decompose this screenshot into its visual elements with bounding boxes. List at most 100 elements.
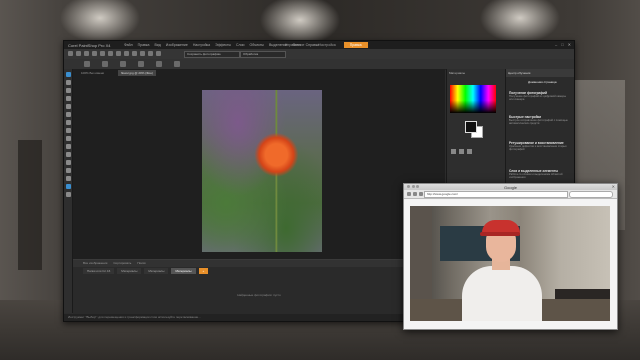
learning-item-desc: Удаление дефектов и восстановление стары… bbox=[509, 145, 567, 152]
fill-tool-icon[interactable] bbox=[65, 168, 71, 173]
reload-icon[interactable] bbox=[419, 191, 423, 196]
crop-tool-icon[interactable] bbox=[65, 120, 71, 125]
tool-option-icons bbox=[84, 61, 180, 67]
transparent-icon[interactable] bbox=[459, 149, 464, 154]
brush-tool-icon[interactable] bbox=[65, 144, 71, 149]
tab-manage[interactable]: Управление bbox=[279, 42, 310, 48]
option-c-icon[interactable] bbox=[120, 61, 126, 67]
tab-folders[interactable]: Папки или Сл.16 bbox=[83, 268, 115, 274]
redeye-tool-icon[interactable] bbox=[65, 136, 71, 141]
browser-window: Google ✕ http://www.google.com/ bbox=[403, 183, 618, 330]
learning-item-desc: Получение фотографий из цифровой камеры … bbox=[509, 95, 567, 102]
webcam-video bbox=[410, 206, 610, 321]
organizer-search[interactable]: Поиск bbox=[137, 261, 145, 265]
menu-edit[interactable]: Правка bbox=[138, 43, 150, 47]
materials-icons bbox=[451, 149, 472, 154]
learning-header: Центр обучения bbox=[506, 69, 574, 77]
home-page-button[interactable]: Домашняя страница bbox=[528, 80, 557, 84]
organizer-tabs: Папки или Сл.16 Материалы Материалы Мате… bbox=[83, 268, 209, 274]
swap-colors-icon[interactable] bbox=[451, 149, 456, 154]
zoom-icon[interactable] bbox=[140, 51, 145, 56]
organizer-panel: Все изображения Сортировать Поиск Папки … bbox=[73, 259, 445, 314]
titlebar: Corel PaintShop Pro X4 Файл Правка Вид И… bbox=[64, 41, 574, 49]
option-f-icon[interactable] bbox=[174, 61, 180, 67]
learning-item[interactable]: Получение фотографий Получение фотографи… bbox=[509, 91, 571, 102]
close-icon[interactable]: ✕ bbox=[568, 42, 571, 47]
crop-icon[interactable] bbox=[116, 51, 121, 56]
person bbox=[462, 266, 542, 321]
learning-item[interactable]: Быстрые настройки Быстрое исправление фо… bbox=[509, 115, 571, 126]
option-d-icon[interactable] bbox=[138, 61, 144, 67]
print-icon[interactable] bbox=[92, 51, 97, 56]
app-title: Corel PaintShop Pro X4 bbox=[68, 43, 111, 48]
window-controls: – □ ✕ bbox=[555, 42, 571, 47]
menu-adjust[interactable]: Настройка bbox=[193, 43, 210, 47]
workspace-tabs: Управление Настройка Правка bbox=[279, 42, 368, 48]
pick-tool-icon[interactable] bbox=[65, 88, 71, 93]
menu-effects[interactable]: Эффекты bbox=[215, 43, 231, 47]
move-tool-icon[interactable] bbox=[65, 96, 71, 101]
organizer-sort[interactable]: Сортировать bbox=[113, 261, 131, 265]
save-icon[interactable] bbox=[84, 51, 89, 56]
add-tab-button[interactable]: + bbox=[198, 268, 209, 274]
minimize-icon[interactable]: – bbox=[555, 42, 557, 47]
tools-toolbar bbox=[64, 69, 73, 313]
rotate-icon[interactable] bbox=[132, 51, 137, 56]
organizer-toolbar: Все изображения Сортировать Поиск bbox=[73, 260, 445, 267]
close-icon[interactable]: ✕ bbox=[612, 184, 615, 189]
settings-icon[interactable] bbox=[156, 51, 161, 56]
url-bar[interactable]: http://www.google.com/ bbox=[424, 191, 568, 198]
option-a-icon[interactable] bbox=[84, 61, 90, 67]
learning-item[interactable]: Слои и выделенные элементы Работа со сло… bbox=[509, 169, 571, 180]
processing-field[interactable]: Обработка bbox=[240, 51, 286, 58]
save-photo-field[interactable]: Сохранить фотографию bbox=[184, 51, 240, 58]
learning-item[interactable]: Ретуширование и восстановление Удаление … bbox=[509, 141, 571, 152]
option-e-icon[interactable] bbox=[156, 61, 162, 67]
tab-materials-2[interactable]: Материалы bbox=[144, 268, 169, 274]
selection-tool-icon[interactable] bbox=[65, 104, 71, 109]
all-tools-icon[interactable] bbox=[467, 149, 472, 154]
color-spectrum[interactable] bbox=[450, 85, 496, 113]
eraser-tool-icon[interactable] bbox=[65, 160, 71, 165]
background-door bbox=[18, 140, 42, 270]
share-icon[interactable] bbox=[148, 51, 153, 56]
menu-file[interactable]: Файл bbox=[124, 43, 133, 47]
menu-image[interactable]: Изображение bbox=[166, 43, 188, 47]
open-icon[interactable] bbox=[76, 51, 81, 56]
new-icon[interactable] bbox=[68, 51, 73, 56]
tab-adjust[interactable]: Настройка bbox=[312, 42, 341, 48]
organizer-all-images[interactable]: Все изображения bbox=[83, 261, 107, 265]
learning-item-desc: Быстрое исправление фотографий с помощью… bbox=[509, 119, 568, 126]
shape-tool-icon[interactable] bbox=[65, 184, 71, 189]
zoom-tool-icon[interactable] bbox=[65, 80, 71, 85]
browser-toolbar: http://www.google.com/ bbox=[404, 190, 617, 199]
pen-tool-icon[interactable] bbox=[65, 192, 71, 197]
document-tab-1[interactable]: 100% Без имени bbox=[81, 71, 104, 75]
undo-icon[interactable] bbox=[100, 51, 105, 56]
canvas-area: 100% Без имени flower.jpg @ 20% (Фон) bbox=[73, 69, 445, 259]
tab-edit[interactable]: Правка bbox=[343, 42, 368, 48]
resize-icon[interactable] bbox=[124, 51, 129, 56]
learning-item-desc: Работа со слоями и выделением областей и… bbox=[509, 173, 563, 180]
redo-icon[interactable] bbox=[108, 51, 113, 56]
document-tab-2[interactable]: flower.jpg @ 20% (Фон) bbox=[118, 70, 156, 76]
search-input[interactable] bbox=[569, 191, 613, 198]
flower-photo[interactable] bbox=[202, 90, 322, 252]
back-icon[interactable] bbox=[407, 191, 411, 196]
tab-materials-3[interactable]: Материалы bbox=[171, 268, 196, 274]
pan-tool-icon[interactable] bbox=[65, 72, 71, 77]
dropper-tool-icon[interactable] bbox=[65, 112, 71, 117]
menu-objects[interactable]: Объекты bbox=[250, 43, 264, 47]
clone-tool-icon[interactable] bbox=[65, 152, 71, 157]
straighten-tool-icon[interactable] bbox=[65, 128, 71, 133]
maximize-icon[interactable]: □ bbox=[561, 42, 563, 47]
text-tool-icon[interactable] bbox=[65, 176, 71, 181]
materials-title: Материалы bbox=[449, 71, 466, 75]
organizer-message: Найденные фотографии: пусто bbox=[237, 293, 281, 297]
menu-view[interactable]: Вид bbox=[154, 43, 160, 47]
tab-materials-1[interactable]: Материалы bbox=[117, 268, 142, 274]
menu-layers[interactable]: Слои bbox=[236, 43, 245, 47]
forward-icon[interactable] bbox=[413, 191, 417, 196]
foreground-color-swatch[interactable] bbox=[465, 121, 477, 133]
option-b-icon[interactable] bbox=[102, 61, 108, 67]
